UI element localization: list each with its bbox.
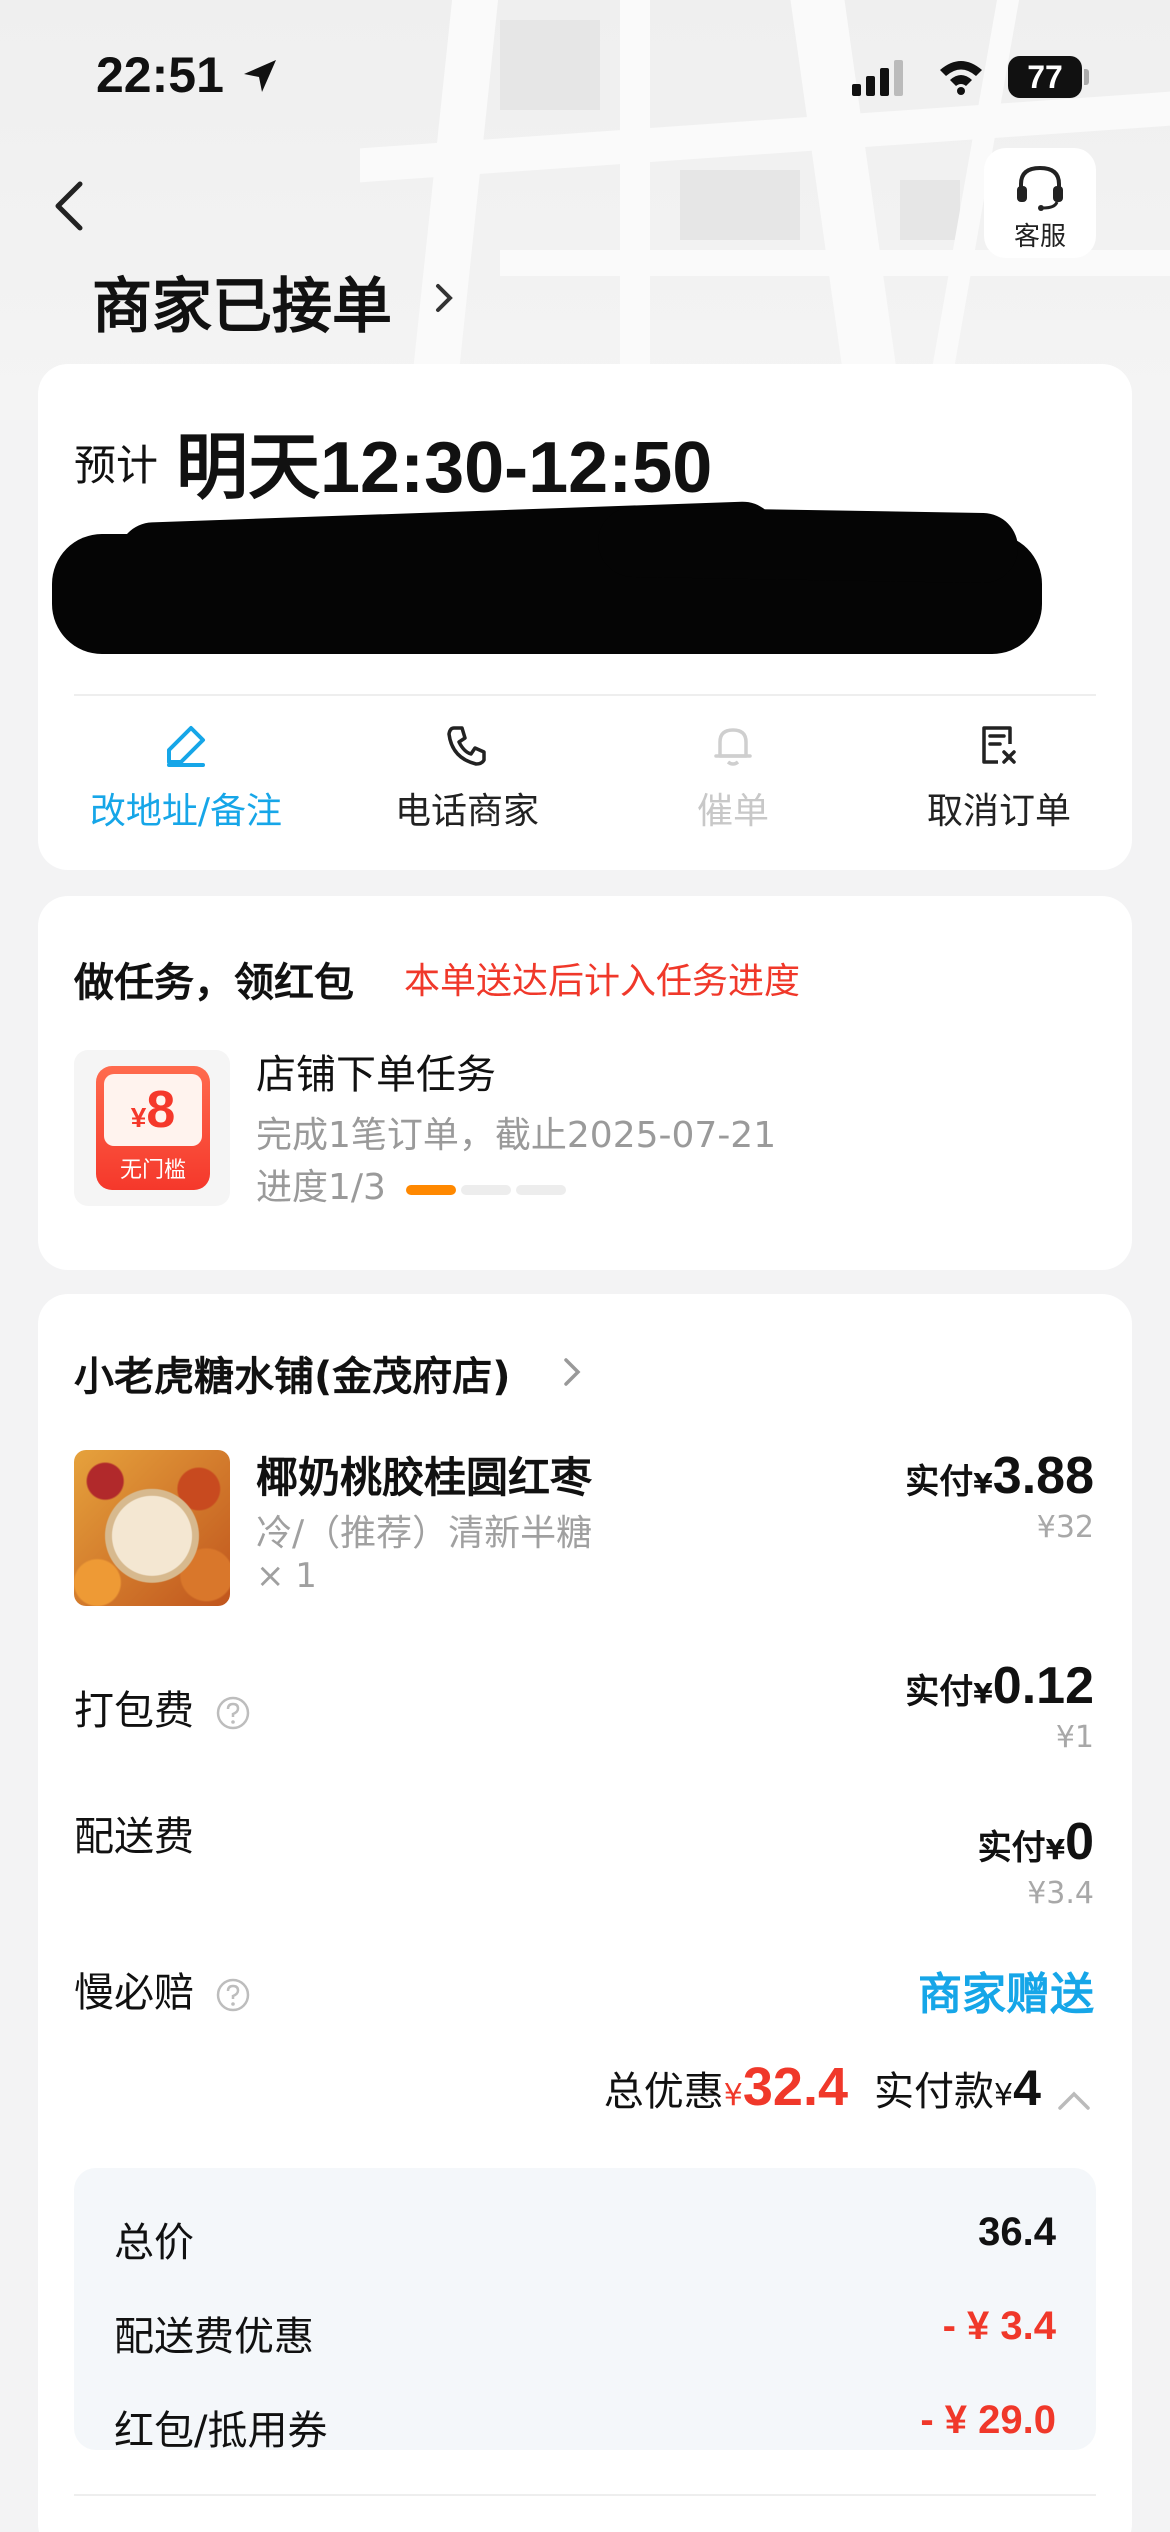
item-original-price: ¥32 xyxy=(1036,1510,1094,1545)
battery-indicator: 77 xyxy=(1008,56,1089,98)
chevron-up-icon xyxy=(1058,2091,1090,2110)
redaction-mark xyxy=(597,506,1019,584)
location-arrow-icon xyxy=(244,60,276,92)
change-address-button[interactable]: 改地址/备注 xyxy=(38,694,334,854)
breakdown-row: 红包/抵用券 - ¥ 29.0 xyxy=(114,2398,1056,2454)
progress-segment xyxy=(406,1185,456,1195)
customer-service-button[interactable]: 客服 xyxy=(984,148,1096,258)
chevron-right-icon xyxy=(564,1358,581,1386)
task-title: 做任务，领红包 xyxy=(74,960,354,1006)
status-bar: 22:51 77 xyxy=(0,0,1170,150)
edit-icon xyxy=(167,726,205,767)
progress-segment xyxy=(516,1185,566,1195)
breakdown-row: 总价 36.4 xyxy=(114,2210,1056,2266)
headset-icon xyxy=(1017,165,1063,211)
help-icon[interactable] xyxy=(215,1977,251,2013)
eta-prefix: 预计 xyxy=(74,441,159,490)
chevron-right-icon xyxy=(436,284,453,312)
progress-segment xyxy=(461,1185,511,1195)
cancel-doc-icon xyxy=(982,726,1016,764)
task-note: 本单送达后计入任务进度 xyxy=(404,961,801,1002)
status-time: 22:51 xyxy=(96,47,224,103)
paid-amount: 4 xyxy=(1013,2060,1041,2116)
delivery-fee-label: 配送费 xyxy=(74,1814,194,1860)
total-discount: 32.4 xyxy=(742,2057,848,2117)
wifi-icon xyxy=(940,61,982,95)
breakdown-row: 配送费优惠 - ¥ 3.4 xyxy=(114,2304,1056,2360)
merchant-gift-text: 商家赠送 xyxy=(918,1969,1094,2020)
urge-order-button[interactable]: 催单 xyxy=(600,694,866,854)
customer-service-label: 客服 xyxy=(1013,222,1066,252)
coupon-thumbnail: ¥8 无门槛 xyxy=(74,1050,230,1206)
battery-level: 77 xyxy=(1008,56,1082,98)
back-button[interactable] xyxy=(40,168,100,244)
price-breakdown: 总价 36.4 配送费优惠 - ¥ 3.4 红包/抵用券 - ¥ 29.0 xyxy=(74,2168,1096,2454)
packing-fee-price: 实付¥0.12 ¥1 xyxy=(905,1657,1094,1755)
price-summary-toggle[interactable]: 总优惠¥32.4 实付款¥4 xyxy=(604,2056,1094,2117)
cancel-order-button[interactable]: 取消订单 xyxy=(866,694,1132,854)
slow-compensation-label: 慢必赔 xyxy=(74,1960,251,2018)
help-icon[interactable] xyxy=(215,1695,251,1731)
packing-fee-label: 打包费 xyxy=(74,1678,251,1736)
call-merchant-button[interactable]: 电话商家 xyxy=(334,694,600,854)
delivery-fee-price: 实付¥0 ¥3.4 xyxy=(977,1813,1094,1911)
delivery-card: 预计 明天12:30-12:50 送至36 改地址/备注 电话商家 xyxy=(38,364,1132,870)
task-progress-bar xyxy=(406,1180,571,1199)
task-card: 做任务，领红包 本单送达后计入任务进度 ¥8 无门槛 店铺下单任务 完成1笔订单… xyxy=(38,896,1132,1270)
phone-icon xyxy=(447,726,486,766)
cellular-signal-icon xyxy=(852,60,908,96)
red-packet-coupon: ¥8 无门槛 xyxy=(96,1066,210,1190)
shop-name-link[interactable]: 小老虎糖水铺(金茂府店) xyxy=(74,1344,511,1402)
food-image xyxy=(74,1450,230,1606)
item-quantity: × 1 xyxy=(256,1556,317,1596)
coupon-label: 无门槛 xyxy=(119,1158,186,1183)
bell-icon xyxy=(714,728,752,766)
task-name: 店铺下单任务 xyxy=(256,1052,496,1098)
item-name: 椰奶桃胶桂圆红枣 xyxy=(256,1453,593,1502)
item-spec: 冷/（推荐）清新半糖 xyxy=(256,1513,593,1554)
task-description: 完成1笔订单，截止2025-07-21 xyxy=(256,1115,777,1156)
eta-time: 明天12:30-12:50 xyxy=(176,428,713,508)
order-status-title[interactable]: 商家已接单 xyxy=(92,258,392,345)
item-price: 实付¥3.88 ¥32 xyxy=(905,1447,1094,1545)
task-progress-text: 进度1/3 xyxy=(256,1167,386,1208)
coupon-amount: 8 xyxy=(146,1081,176,1139)
delivery-actions: 改地址/备注 电话商家 催单 取消订单 xyxy=(38,694,1132,854)
order-card: 小老虎糖水铺(金茂府店) 椰奶桃胶桂圆红枣 冷/（推荐）清新半糖 × 1 实付¥… xyxy=(38,1294,1132,2532)
